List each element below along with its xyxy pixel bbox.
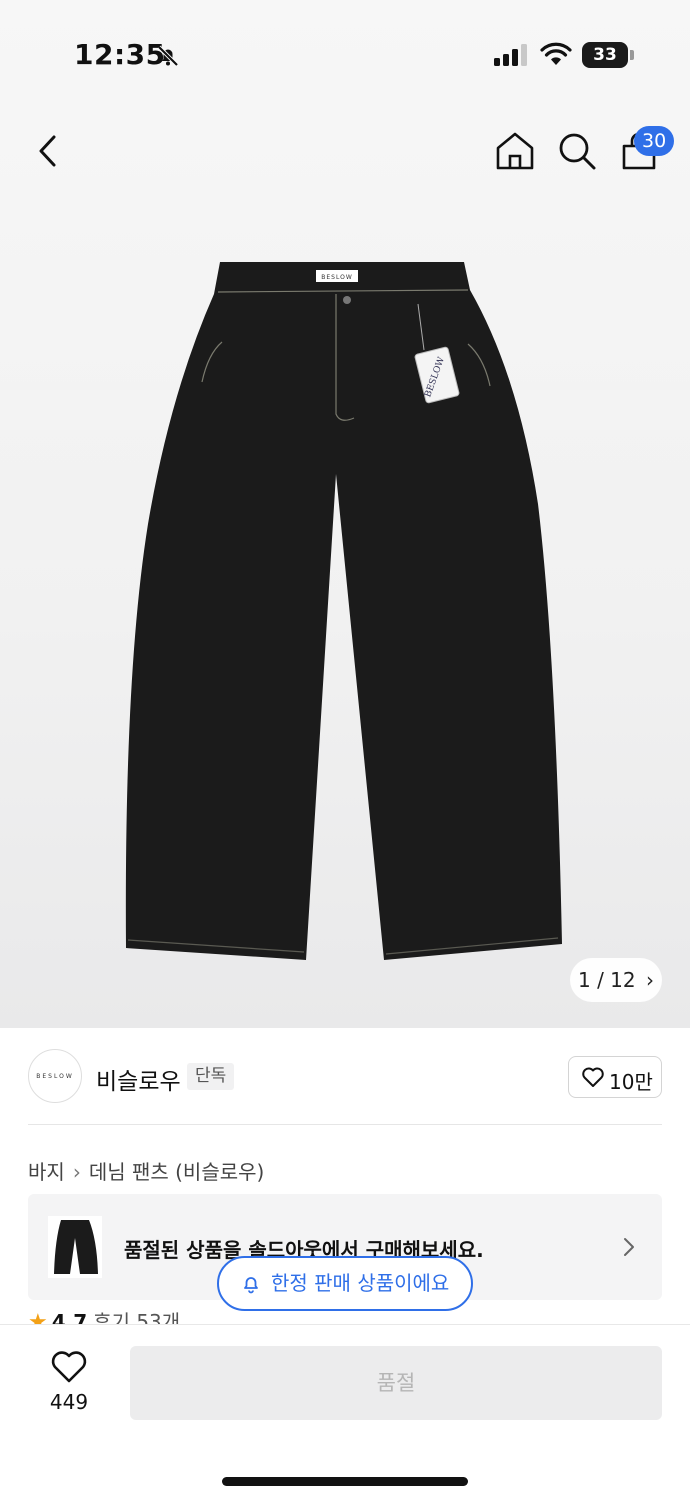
exclusive-badge: 단독 bbox=[187, 1063, 235, 1090]
product-label-text: BESLOW bbox=[321, 274, 353, 281]
breadcrumb-item-pants[interactable]: 바지 bbox=[28, 1160, 65, 1184]
image-page-indicator[interactable]: 1 / 12 › bbox=[570, 958, 662, 1002]
breadcrumb-separator-icon: › bbox=[72, 1160, 81, 1184]
rating-row[interactable]: ★ 4.7 후기 53개 bbox=[28, 1306, 180, 1324]
home-button[interactable] bbox=[494, 130, 536, 172]
page-indicator-text: 1 / 12 bbox=[578, 968, 636, 992]
divider bbox=[28, 1124, 662, 1125]
chevron-left-icon bbox=[39, 135, 56, 167]
search-button[interactable] bbox=[556, 130, 598, 172]
bell-slash-icon bbox=[157, 45, 179, 67]
product-image[interactable]: BESLOW BESLOW bbox=[118, 254, 570, 966]
brand-like-button[interactable]: 10만 bbox=[568, 1056, 662, 1098]
soldout-button[interactable]: 품절 bbox=[130, 1346, 662, 1420]
limited-sale-notice[interactable]: 한정 판매 상품이에요 bbox=[217, 1256, 473, 1311]
breadcrumb-item-denim-pants[interactable]: 데님 팬츠 (비슬로우) bbox=[89, 1160, 265, 1184]
heart-outline-icon bbox=[51, 1351, 87, 1383]
heart-outline-icon bbox=[582, 1067, 604, 1087]
back-button[interactable] bbox=[30, 128, 70, 174]
battery-indicator: 33 bbox=[582, 42, 628, 68]
wifi-icon bbox=[540, 42, 572, 65]
chevron-right-icon: › bbox=[646, 968, 654, 992]
wishlist-count: 449 bbox=[49, 1390, 89, 1414]
bell-icon bbox=[244, 1277, 258, 1294]
limited-sale-text: 한정 판매 상품이에요 bbox=[271, 1271, 450, 1295]
banner-thumbnail bbox=[48, 1216, 102, 1278]
wishlist-button[interactable]: 449 bbox=[36, 1346, 102, 1418]
cart-count-badge: 30 bbox=[634, 126, 675, 156]
brand-logo[interactable]: BESLOW bbox=[28, 1049, 82, 1103]
cellular-signal-icon bbox=[494, 44, 527, 66]
brand-like-count: 10만 bbox=[609, 1070, 653, 1094]
search-icon bbox=[559, 133, 596, 170]
chevron-right-icon bbox=[624, 1238, 634, 1256]
breadcrumb: 바지 › 데님 팬츠 (비슬로우) bbox=[28, 1156, 264, 1185]
brand-name[interactable]: 비슬로우 bbox=[96, 1062, 181, 1096]
home-indicator[interactable] bbox=[222, 1477, 468, 1486]
status-time: 12:35 bbox=[74, 38, 166, 71]
rating-score: 4.7 bbox=[51, 1310, 88, 1324]
review-count[interactable]: 후기 53개 bbox=[93, 1310, 180, 1324]
battery-tip bbox=[630, 50, 634, 60]
home-icon bbox=[496, 132, 534, 170]
star-icon: ★ bbox=[28, 1310, 48, 1324]
